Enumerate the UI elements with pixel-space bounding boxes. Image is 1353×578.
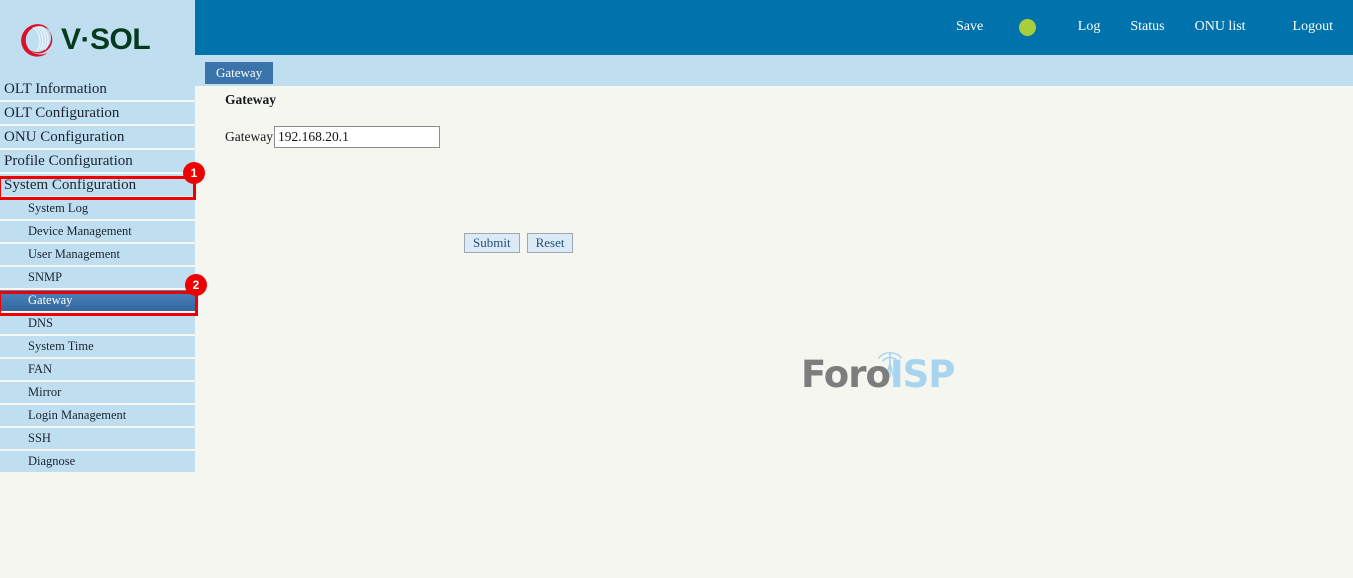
foroisp-watermark: ForoISP (801, 348, 955, 396)
gateway-input[interactable] (273, 126, 440, 148)
sidebar-item-diagnose[interactable]: Diagnose (0, 451, 195, 472)
sidebar-item-snmp[interactable]: SNMP (0, 267, 195, 288)
sidebar: V·SOL OLT Information OLT Configuration ON… (0, 0, 195, 578)
sidebar-item-system-log[interactable]: System Log (0, 198, 195, 219)
sidebar-item-profile-configuration[interactable]: Profile Configuration (0, 150, 195, 172)
content-area: Gateway Gateway Submit Reset ForoISP (195, 86, 1353, 578)
sidebar-item-ssh[interactable]: SSH (0, 428, 195, 449)
sidebar-item-login-management[interactable]: Login Management (0, 405, 195, 426)
sidebar-item-user-management[interactable]: User Management (0, 244, 195, 265)
header-links: Log Status ONU list Logout (1048, 19, 1333, 35)
reset-button[interactable]: Reset (526, 233, 574, 253)
header-link-logout[interactable]: Logout (1293, 19, 1333, 35)
brand-logo-text: V·SOL (61, 23, 151, 56)
header-link-status[interactable]: Status (1130, 19, 1164, 35)
gateway-form-row: Gateway (225, 126, 440, 148)
page-title: Gateway (225, 92, 276, 107)
sidebar-item-dns[interactable]: DNS (0, 313, 195, 334)
app-window: V·SOL OLT Information OLT Configuration ON… (0, 0, 1353, 578)
green-status-dot-icon (1019, 19, 1036, 36)
logo-panel: V·SOL (0, 0, 195, 78)
sidebar-item-fan[interactable]: FAN (0, 359, 195, 380)
tab-gateway[interactable]: Gateway (205, 62, 274, 84)
form-buttons: Submit Reset (464, 233, 580, 253)
gateway-field-label: Gateway (225, 129, 273, 144)
sidebar-item-system-time[interactable]: System Time (0, 336, 195, 357)
watermark-text: ForoISP (801, 353, 956, 396)
sidebar-item-onu-configuration[interactable]: ONU Configuration (0, 126, 195, 148)
watermark-text-isp: ISP (889, 353, 956, 396)
sidebar-item-system-configuration[interactable]: System Configuration (0, 174, 195, 196)
header-link-log[interactable]: Log (1078, 19, 1101, 35)
sidebar-item-gateway[interactable]: Gateway (0, 290, 195, 311)
save-button[interactable]: Save (956, 19, 983, 35)
sidebar-item-mirror[interactable]: Mirror (0, 382, 195, 403)
vsol-swirl-icon (21, 24, 53, 57)
sidebar-item-device-management[interactable]: Device Management (0, 221, 195, 242)
brand-logo[interactable]: V·SOL (18, 22, 151, 58)
submit-button[interactable]: Submit (464, 233, 520, 253)
sidebar-item-olt-information[interactable]: OLT Information (0, 78, 195, 100)
sidebar-item-olt-configuration[interactable]: OLT Configuration (0, 102, 195, 124)
watermark-text-foro: Foro (801, 353, 891, 396)
sidebar-menu: OLT Information OLT Configuration ONU Conf… (0, 78, 195, 472)
tab-strip: Gateway (195, 55, 1353, 86)
top-header: Save Log Status ONU list Logout (195, 0, 1353, 55)
header-link-onu-list[interactable]: ONU list (1195, 19, 1246, 35)
